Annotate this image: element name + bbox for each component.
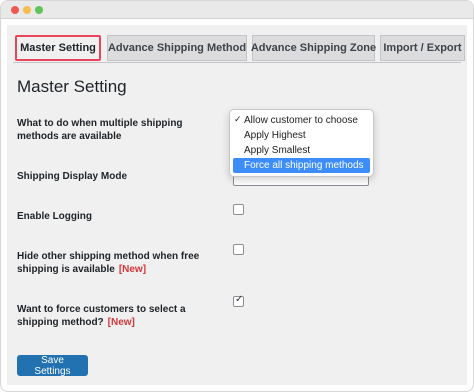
settings-page: Master Setting Advance Shipping Method A… bbox=[7, 25, 467, 385]
tab-master-setting[interactable]: Master Setting bbox=[15, 35, 101, 61]
dropdown-option-allow-choose[interactable]: ✓ Allow customer to choose bbox=[230, 113, 373, 128]
close-window-icon[interactable] bbox=[11, 6, 19, 14]
dropdown-option-apply-smallest[interactable]: Apply Smallest bbox=[230, 143, 373, 158]
force-select-label: Want to force customers to select a ship… bbox=[17, 303, 197, 329]
page-title: Master Setting bbox=[17, 77, 127, 96]
option-label: Allow customer to choose bbox=[244, 115, 358, 126]
new-badge: [New] bbox=[107, 317, 135, 328]
hide-other-label-text: Hide other shipping method when free shi… bbox=[17, 251, 200, 275]
option-label: Apply Highest bbox=[244, 130, 306, 141]
option-label: Apply Smallest bbox=[244, 145, 311, 156]
save-settings-button[interactable]: Save Settings bbox=[17, 355, 88, 377]
hide-other-label: Hide other shipping method when free shi… bbox=[17, 250, 225, 276]
display-mode-label: Shipping Display Mode bbox=[17, 171, 128, 182]
enable-logging-label: Enable Logging bbox=[17, 211, 92, 222]
dropdown-option-force-all[interactable]: Force all shipping methods bbox=[233, 158, 370, 173]
option-label: Force all shipping methods bbox=[244, 160, 364, 171]
window-titlebar bbox=[1, 1, 473, 19]
hide-other-checkbox[interactable] bbox=[233, 244, 244, 255]
dropdown-option-apply-highest[interactable]: Apply Highest bbox=[230, 128, 373, 143]
new-badge: [New] bbox=[118, 264, 147, 275]
multiple-methods-dropdown[interactable]: ✓ Allow customer to choose Apply Highest … bbox=[229, 109, 374, 177]
multiple-methods-label: What to do when multiple shipping method… bbox=[17, 118, 183, 142]
tab-import-export[interactable]: Import / Export bbox=[380, 35, 465, 61]
force-select-label-text: Want to force customers to select a ship… bbox=[17, 304, 186, 328]
checkmark-icon: ✓ bbox=[234, 115, 242, 125]
tab-advance-shipping-method[interactable]: Advance Shipping Method bbox=[107, 35, 247, 61]
maximize-window-icon[interactable] bbox=[35, 6, 43, 14]
force-select-checkbox[interactable] bbox=[233, 294, 244, 307]
enable-logging-checkbox[interactable] bbox=[233, 204, 244, 215]
tab-divider bbox=[13, 62, 461, 63]
browser-window: Master Setting Advance Shipping Method A… bbox=[0, 0, 474, 392]
tab-advance-shipping-zone[interactable]: Advance Shipping Zone bbox=[251, 35, 376, 61]
minimize-window-icon[interactable] bbox=[23, 6, 31, 14]
